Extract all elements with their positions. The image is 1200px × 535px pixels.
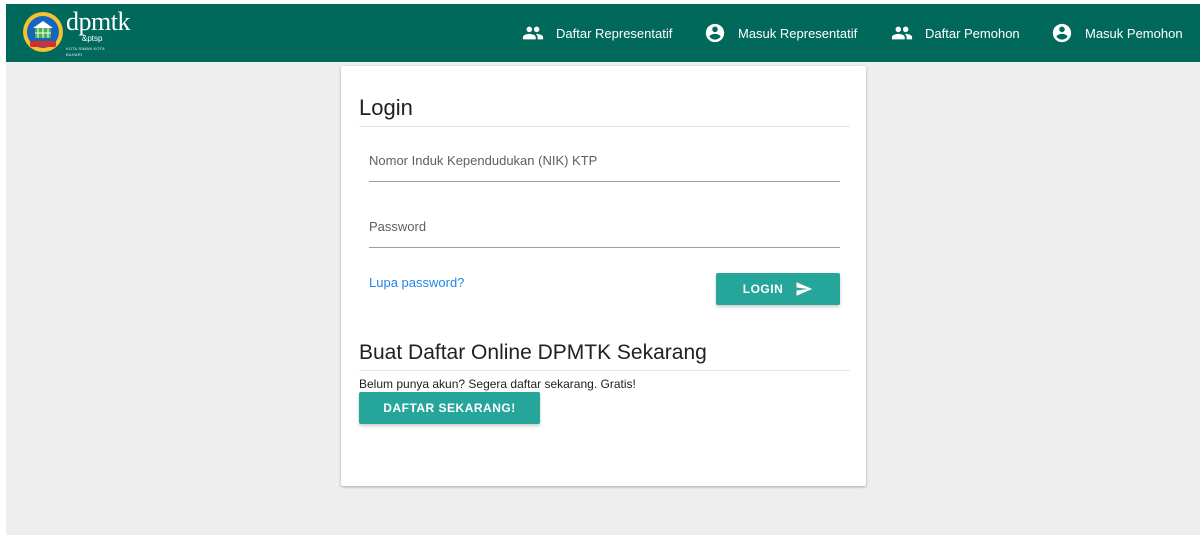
divider xyxy=(359,126,850,127)
logo-wordmark: dpmtk xyxy=(66,7,130,36)
people-icon xyxy=(891,26,913,40)
nav-label: Daftar Pemohon xyxy=(925,25,1020,41)
login-title: Login xyxy=(359,95,413,120)
send-icon xyxy=(796,282,813,296)
nav-daftar-representatif[interactable]: Daftar Representatif xyxy=(522,20,672,46)
dpmtk-logo[interactable]: dpmtk &ptsp KOTA SIMAN KOTA BAHARI xyxy=(22,8,130,57)
nik-input[interactable] xyxy=(369,153,840,182)
nik-field-wrapper xyxy=(369,152,840,182)
password-input[interactable] xyxy=(369,219,840,248)
password-field-wrapper xyxy=(369,218,840,248)
logo-tagline: KOTA SIMAN KOTA BAHARI xyxy=(66,46,105,57)
daftar-button-label: DAFTAR SEKARANG! xyxy=(383,401,516,415)
city-emblem-icon xyxy=(23,12,63,52)
logo-subtext: &ptsp xyxy=(82,34,103,43)
nav-label: Masuk Pemohon xyxy=(1085,25,1183,41)
page-background: dpmtk &ptsp KOTA SIMAN KOTA BAHARI Dafta… xyxy=(6,4,1200,535)
top-navbar: dpmtk &ptsp KOTA SIMAN KOTA BAHARI Dafta… xyxy=(6,4,1200,62)
nav-label: Masuk Representatif xyxy=(738,25,858,41)
people-icon xyxy=(522,26,544,40)
register-heading: Buat Daftar Online DPMTK Sekarang xyxy=(359,341,707,364)
nav-daftar-pemohon[interactable]: Daftar Pemohon xyxy=(891,20,1020,46)
daftar-sekarang-button[interactable]: DAFTAR SEKARANG! xyxy=(359,392,540,424)
divider xyxy=(359,370,850,371)
account-circle-icon xyxy=(705,23,725,43)
login-card: Login Lupa password? LOGIN Buat Daftar O… xyxy=(341,66,866,486)
nav-masuk-representatif[interactable]: Masuk Representatif xyxy=(704,20,857,46)
forgot-password-link[interactable]: Lupa password? xyxy=(369,275,464,290)
account-circle-icon xyxy=(1052,23,1072,43)
nav-label: Daftar Representatif xyxy=(556,25,673,41)
login-button[interactable]: LOGIN xyxy=(716,273,840,305)
register-description: Belum punya akun? Segera daftar sekarang… xyxy=(359,377,636,391)
nav-masuk-pemohon[interactable]: Masuk Pemohon xyxy=(1051,20,1183,46)
login-button-label: LOGIN xyxy=(742,282,784,296)
